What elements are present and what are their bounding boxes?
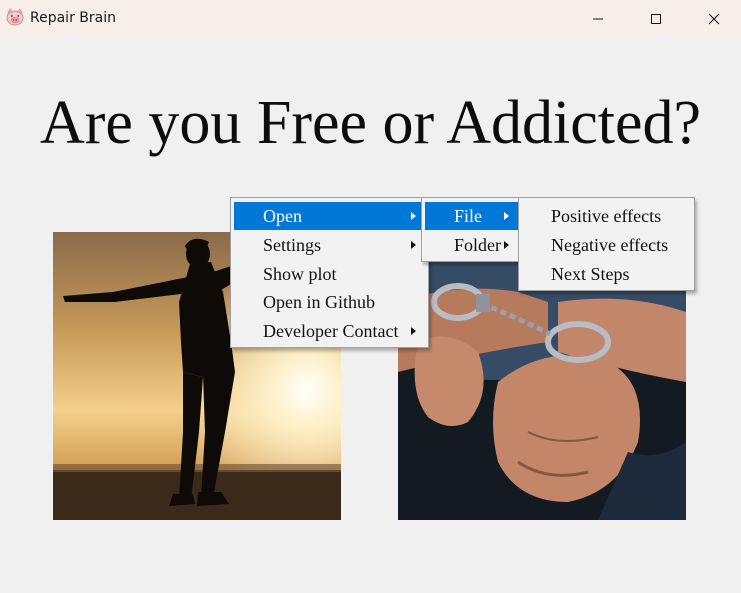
menu-item-label: Developer Contact: [263, 321, 399, 341]
menu-item-negative-effects[interactable]: Negative effects: [522, 231, 693, 259]
open-submenu: File Folder: [421, 197, 520, 262]
minimize-button[interactable]: [569, 0, 627, 38]
context-menu: Open Settings Show plot Open in Github D…: [230, 197, 429, 348]
menu-item-label: Next Steps: [551, 264, 630, 284]
maximize-icon: [651, 14, 661, 24]
close-button[interactable]: [685, 0, 741, 38]
menu-item-label: Show plot: [263, 264, 337, 284]
menu-item-label: Open: [263, 206, 302, 226]
submenu-arrow-icon: [504, 212, 509, 220]
menu-item-file[interactable]: File: [425, 202, 518, 230]
pig-face-icon: [5, 7, 25, 27]
file-submenu: Positive effects Negative effects Next S…: [518, 197, 695, 291]
menu-item-label: Open in Github: [263, 292, 375, 312]
menu-item-label: Positive effects: [551, 206, 662, 226]
menu-item-positive-effects[interactable]: Positive effects: [522, 202, 693, 230]
menu-item-open[interactable]: Open: [234, 202, 425, 230]
menu-item-open-in-github[interactable]: Open in Github: [234, 288, 425, 316]
menu-item-label: Negative effects: [551, 235, 669, 255]
minimize-icon: [593, 18, 603, 20]
title-bar: Repair Brain: [0, 0, 741, 38]
page-headline: Are you Free or Addicted?: [39, 89, 702, 157]
menu-item-label: Settings: [263, 235, 322, 255]
submenu-arrow-icon: [504, 241, 509, 249]
menu-item-label: File: [454, 206, 483, 226]
maximize-button[interactable]: [627, 0, 685, 38]
window-title: Repair Brain: [30, 10, 116, 26]
menu-item-folder[interactable]: Folder: [425, 231, 518, 259]
menu-item-label: Folder: [454, 235, 501, 255]
menu-item-show-plot[interactable]: Show plot: [234, 260, 425, 288]
submenu-arrow-icon: [411, 241, 416, 249]
menu-item-next-steps[interactable]: Next Steps: [522, 260, 693, 288]
menu-item-settings[interactable]: Settings: [234, 231, 425, 259]
submenu-arrow-icon: [411, 327, 416, 335]
submenu-arrow-icon: [411, 212, 416, 220]
close-icon: [708, 13, 720, 25]
menu-item-developer-contact[interactable]: Developer Contact: [234, 317, 425, 345]
